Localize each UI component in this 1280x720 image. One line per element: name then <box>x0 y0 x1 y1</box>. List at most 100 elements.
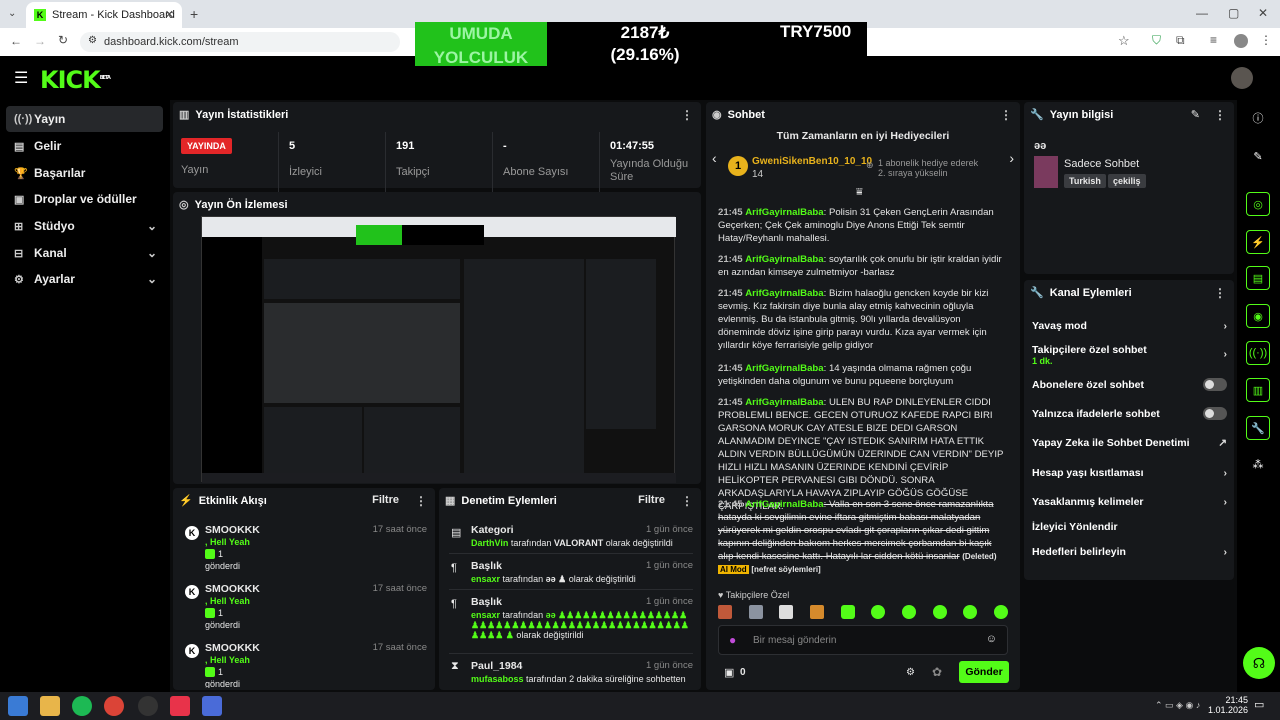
subs-only-toggle[interactable] <box>1203 378 1227 391</box>
minimize-icon[interactable]: — <box>1196 6 1208 20</box>
kick-logo[interactable]: KICKBETA <box>40 66 111 94</box>
add-widget-icon[interactable]: ⁂ <box>1246 452 1270 476</box>
support-headset-icon[interactable]: ☊ <box>1243 647 1275 679</box>
prev-arrow-icon[interactable]: ‹ <box>712 150 717 166</box>
new-tab-icon[interactable]: + <box>190 6 198 22</box>
spotify-icon[interactable] <box>72 696 92 716</box>
collapse-icon[interactable]: ⩸ <box>856 186 863 199</box>
moderation-actor[interactable]: ensaxr <box>471 610 500 620</box>
browser-menu-icon[interactable]: ⋮ <box>1260 33 1272 47</box>
next-arrow-icon[interactable]: › <box>1009 150 1014 166</box>
app-icon[interactable] <box>170 696 190 716</box>
emote-icon[interactable] <box>993 605 1008 619</box>
chat-input[interactable]: ● Bir mesaj gönderin ☺ <box>718 625 1008 655</box>
emote-icon[interactable] <box>871 605 886 619</box>
info-icon[interactable]: ⓘ <box>1246 106 1270 130</box>
emote-icon[interactable] <box>932 605 947 619</box>
shield-extension-icon[interactable]: ⛉ <box>1152 33 1161 48</box>
back-icon[interactable]: ← <box>10 34 22 48</box>
chrome-icon[interactable] <box>104 696 124 716</box>
emote-icon[interactable] <box>718 605 732 619</box>
broadcast-widget-icon[interactable]: ((·)) <box>1246 341 1270 365</box>
emote-icon[interactable] <box>809 605 824 619</box>
more-options-icon[interactable]: ⋮ <box>1214 286 1226 300</box>
message-user[interactable]: ArifGayirnalBaba <box>745 499 823 510</box>
clock[interactable]: 21:45 1.01.2026 <box>1204 695 1248 715</box>
message-user[interactable]: ArifGayirnalBaba <box>745 254 823 265</box>
filter-button[interactable]: Filtre <box>638 494 665 506</box>
reload-icon[interactable]: ↻ <box>58 33 68 47</box>
obs-icon[interactable] <box>138 696 158 716</box>
sidebar-item-ayarlar[interactable]: ⚙ Ayarlar ⌄ <box>6 266 163 292</box>
lightning-widget-icon[interactable]: ⚡ <box>1246 230 1270 254</box>
browser-tab[interactable]: K Stream - Kick Dashboard ✕ <box>26 2 182 28</box>
url-field[interactable]: ⚙ dashboard.kick.com/stream <box>80 32 400 52</box>
sidebar-item-yayin[interactable]: ((·)) Yayın <box>6 106 163 132</box>
message-user[interactable]: ArifGayirnalBaba <box>745 207 823 218</box>
emote-icon[interactable] <box>840 605 855 619</box>
media-icon[interactable]: ≡ <box>1210 33 1217 47</box>
more-options-icon[interactable]: ⋮ <box>1000 108 1012 122</box>
chat-widget-icon[interactable]: ◉ <box>1246 304 1270 328</box>
file-explorer-icon[interactable] <box>40 696 60 716</box>
send-button[interactable]: Gönder <box>959 661 1009 683</box>
emote-icon[interactable] <box>901 605 916 619</box>
emote-icon[interactable] <box>748 605 763 619</box>
stats-widget-icon[interactable]: ▥ <box>1246 378 1270 402</box>
microphone-icon[interactable]: ● <box>729 633 736 647</box>
forward-icon[interactable]: → <box>34 34 46 48</box>
more-options-icon[interactable]: ⋮ <box>681 494 693 508</box>
stream-preview-video[interactable] <box>201 216 676 483</box>
slow-mode-item[interactable]: Yavaş mod › <box>1032 320 1227 332</box>
age-restriction-item[interactable]: Hesap yaşı kısıtlaması › <box>1032 467 1227 479</box>
maximize-icon[interactable]: ▢ <box>1228 6 1239 20</box>
sidebar-item-studyo[interactable]: ⊞ Stüdyo ⌄ <box>6 213 163 239</box>
clipboard-widget-icon[interactable]: ▤ <box>1246 266 1270 290</box>
more-options-icon[interactable]: ⋮ <box>681 108 693 122</box>
bookmark-star-icon[interactable]: ☆ <box>1118 33 1130 49</box>
banned-words-item[interactable]: Yasaklanmış kelimeler › <box>1032 496 1227 508</box>
tab-close-icon[interactable]: ✕ <box>165 8 174 21</box>
extensions-icon[interactable]: ⧉ <box>1176 33 1185 48</box>
sidebar-item-gelir[interactable]: ▤ Gelir <box>6 133 163 159</box>
moderation-heading[interactable]: Paul_1984 <box>471 660 522 672</box>
profile-avatar[interactable] <box>1234 34 1248 48</box>
followers-only-item[interactable]: Takipçilere özel sohbet 1 dk. › <box>1032 344 1227 366</box>
more-options-icon[interactable]: ⋮ <box>1214 108 1226 122</box>
preview-widget-icon[interactable]: ◎ <box>1246 192 1270 216</box>
more-options-icon[interactable]: ⋮ <box>415 494 427 508</box>
treasure-chest-icon[interactable]: ▣ <box>724 666 734 679</box>
sidebar-item-basarilar[interactable]: 🏆 Başarılar <box>6 160 163 186</box>
user-avatar[interactable] <box>1231 67 1253 89</box>
hamburger-menu-icon[interactable]: ☰ <box>14 68 28 88</box>
settings-gear-icon[interactable]: ⚙ <box>906 667 915 678</box>
mod-shield-icon[interactable]: ✿ <box>932 665 942 679</box>
emote-icon[interactable] <box>779 605 794 619</box>
message-user[interactable]: ArifGayirnalBaba <box>745 363 823 374</box>
tab-list-icon[interactable]: ⌄ <box>8 8 16 19</box>
edit-icon[interactable]: ✎ <box>1246 144 1270 168</box>
sidebar-item-droplar[interactable]: ▣ Droplar ve ödüller <box>6 186 163 212</box>
message-user[interactable]: ArifGayirnalBaba <box>745 397 823 408</box>
redirect-item[interactable]: İzleyici Yönlendir <box>1032 521 1227 533</box>
sidebar-item-kanal[interactable]: ⊟ Kanal ⌄ <box>6 240 163 266</box>
close-window-icon[interactable]: ✕ <box>1258 6 1268 20</box>
filter-button[interactable]: Filtre <box>372 494 399 506</box>
windows-start-icon[interactable] <box>8 696 28 716</box>
emotes-only-toggle[interactable] <box>1203 407 1227 420</box>
moderation-actor[interactable]: DarthVin <box>471 538 508 548</box>
top-gifter-name[interactable]: GweniSikenBen10_10_10 <box>752 156 872 167</box>
activity-user[interactable]: SMOOKKK <box>205 524 260 536</box>
message-user[interactable]: ArifGayirnalBaba <box>745 288 823 299</box>
wrench-widget-icon[interactable]: 🔧 <box>1246 416 1270 440</box>
emote-icon[interactable] <box>963 605 978 619</box>
edit-pencil-icon[interactable]: ✎ <box>1191 108 1200 121</box>
goals-item[interactable]: Hedefleri belirleyin › <box>1032 546 1227 558</box>
calculator-icon[interactable] <box>202 696 222 716</box>
activity-user[interactable]: SMOOKKK <box>205 642 260 654</box>
activity-user[interactable]: SMOOKKK <box>205 583 260 595</box>
ai-moderation-item[interactable]: Yapay Zeka ile Sohbet Denetimi ↗ <box>1032 437 1227 449</box>
notifications-icon[interactable]: ▭ <box>1254 698 1264 711</box>
moderation-actor[interactable]: ensaxr <box>471 574 500 584</box>
system-tray-icons[interactable]: ⌃ ▭ ◈ ◉ ♪ <box>1155 700 1200 711</box>
